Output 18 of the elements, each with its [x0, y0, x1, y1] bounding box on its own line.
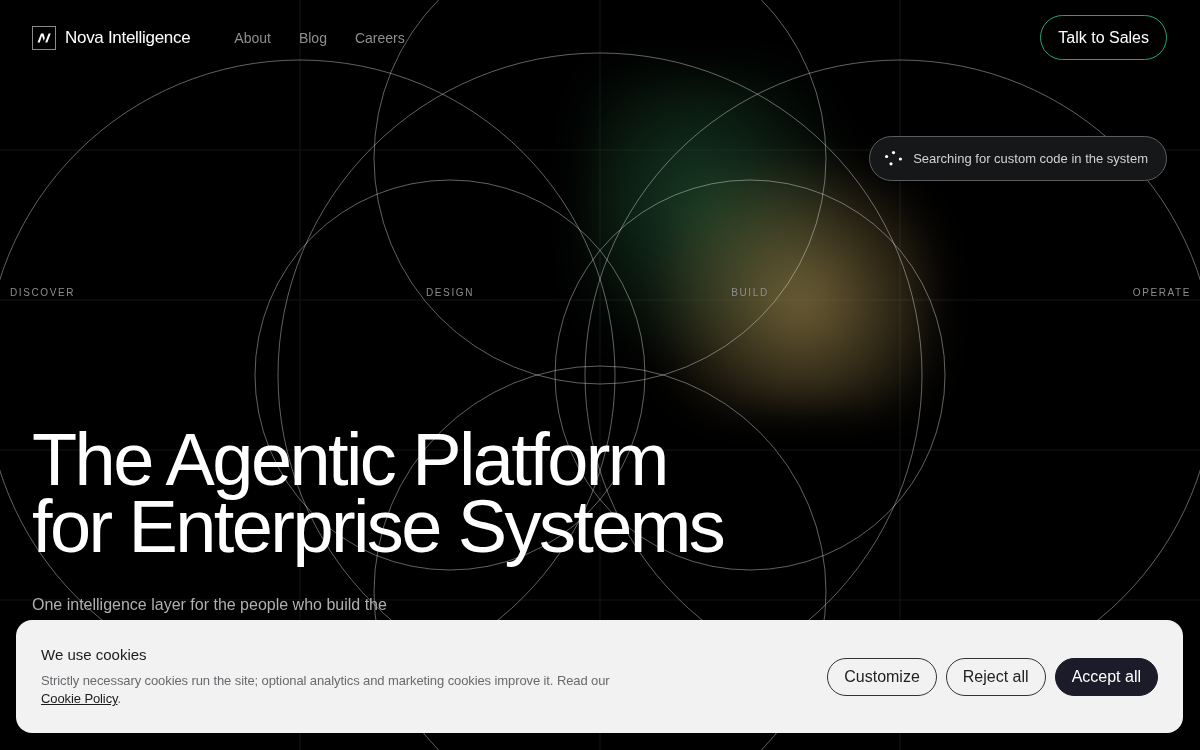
hero-headline: The Agentic Platform for Enterprise Systems [32, 420, 724, 570]
nav-link[interactable]: Blog [298, 29, 327, 46]
loading-dots-icon [885, 151, 903, 166]
stage-label: DISCOVER [10, 287, 76, 299]
status-text: Searching for custom code in the system [913, 151, 1148, 166]
nav-link[interactable]: About [234, 29, 271, 46]
nav-link[interactable]: Careers [354, 29, 405, 46]
stage-label: DESIGN [426, 287, 474, 299]
stage-label: BUILD [731, 287, 769, 299]
brand-name[interactable]: Nova Intelligence [65, 27, 191, 48]
hero-subtitle: One intelligence layer for the people who build the [32, 595, 387, 615]
accept-button[interactable]: Accept all [1054, 657, 1158, 696]
cookie-title: We use cookies [41, 645, 147, 665]
cookie-policy-link[interactable]: Cookie Policy [41, 691, 118, 706]
stage-label: OPERATE [1132, 287, 1191, 299]
logo-icon[interactable] [32, 25, 56, 50]
cookie-notice-text: Strictly necessary cookies run the site; optional analytics and marketing cookies improve it. Read our Cookie Policy. [41, 672, 611, 708]
talk-to-sales-button[interactable]: Talk to Sales [1040, 15, 1167, 60]
